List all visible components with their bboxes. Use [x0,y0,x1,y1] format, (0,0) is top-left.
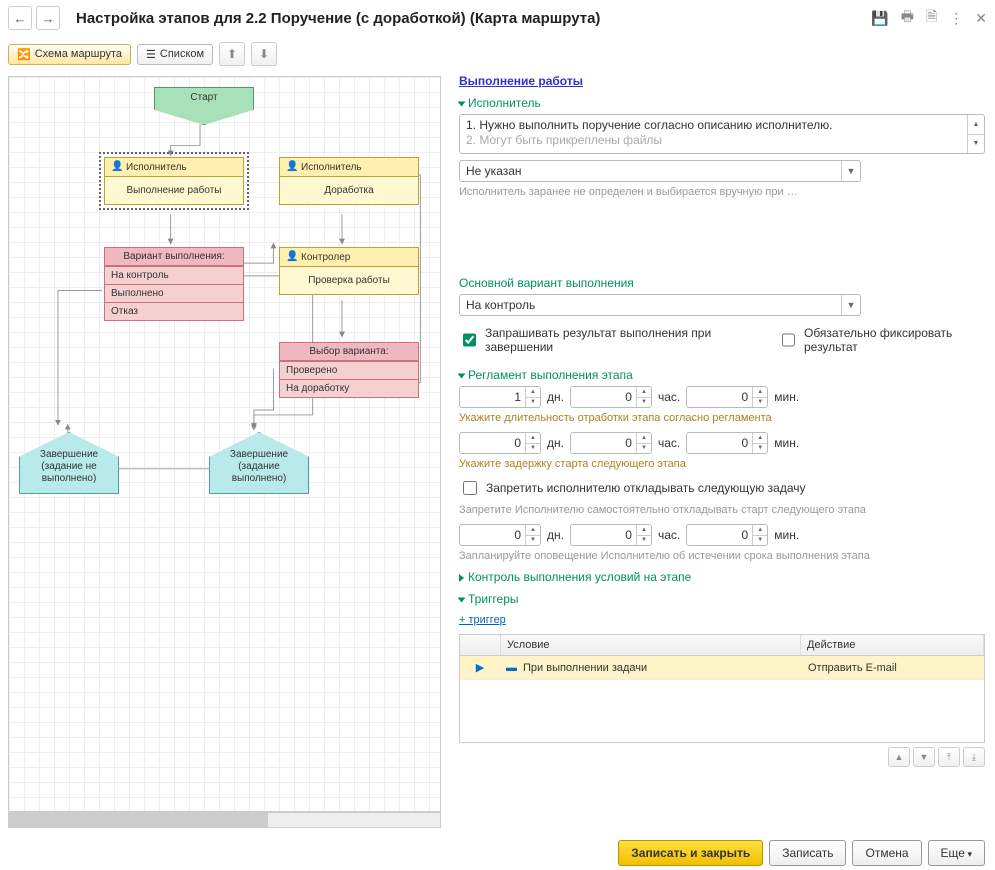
route-icon: 🔀 [17,48,31,61]
move-down-button[interactable]: ⬇ [251,42,277,66]
spin-down-icon[interactable]: ▼ [968,135,984,154]
group-executor[interactable]: Исполнитель [459,96,985,110]
horizontal-scrollbar[interactable] [8,812,441,828]
report-icon[interactable]: 🗎 [926,6,937,30]
checkbox-fix-result[interactable]: Обязательно фиксировать результат [778,326,985,354]
delay-min[interactable]: 0▲▼ [686,432,768,454]
description-field[interactable]: 1. Нужно выполнить поручение согласно оп… [459,114,985,154]
row-bottom-button[interactable]: ⤓ [963,747,985,767]
save-icon[interactable]: 💾 [871,10,888,27]
duration-hours[interactable]: 0▲▼ [570,386,652,408]
group-regulation[interactable]: Регламент выполнения этапа [459,368,985,382]
variant-select[interactable]: На контроль ▼ [459,294,861,316]
group-control[interactable]: Контроль выполнения условий на этапе [459,570,985,584]
node-executor-2[interactable]: 👤Исполнитель Доработка [279,157,419,205]
nav-back-button[interactable]: ← [8,6,32,30]
spin-up-icon[interactable]: ▲ [968,115,984,135]
move-up-button[interactable]: ⬆ [219,42,245,66]
close-icon[interactable]: ✕ [975,10,987,27]
notify-min[interactable]: 0▲▼ [686,524,768,546]
node-condition-2[interactable]: Выбор варианта: Проверено На доработку [279,342,419,398]
page-title: Настройка этапов для 2.2 Поручение (с до… [76,10,871,27]
nav-forward-button[interactable]: → [36,6,60,30]
delay-hours[interactable]: 0▲▼ [570,432,652,454]
table-row[interactable]: ▶ ▬При выполнении задачи Отправить E-mai… [460,656,984,680]
notify-hours[interactable]: 0▲▼ [570,524,652,546]
node-condition-1[interactable]: Вариант выполнения: На контроль Выполнен… [104,247,244,321]
user-icon: 👤 [286,251,298,263]
diagram-canvas[interactable]: Старт 👤Исполнитель Выполнение работы 👤Ис… [8,76,441,812]
col-condition: Условие [501,635,801,655]
tab-list[interactable]: ☰Списком [137,44,213,65]
play-icon: ▶ [476,662,484,674]
list-icon: ☰ [146,48,156,61]
header: ← → Настройка этапов для 2.2 Поручение (… [0,0,995,36]
duration-days[interactable]: 1▲▼ [459,386,541,408]
print-icon[interactable]: 🖶 [901,6,914,30]
tab-scheme[interactable]: 🔀Схема маршрута [8,44,131,65]
group-triggers[interactable]: Триггеры [459,592,985,606]
node-executor-1[interactable]: 👤Исполнитель Выполнение работы [104,157,244,205]
save-close-button[interactable]: Записать и закрыть [618,840,763,866]
more-button[interactable]: Еще [928,840,985,866]
properties-panel: Выполнение работы Исполнитель 1. Нужно в… [445,72,995,832]
work-title: Выполнение работы [459,74,985,88]
checkbox-ask-result[interactable]: Запрашивать результат выполнения при зав… [459,326,748,354]
checkbox-deny-postpone[interactable]: Запретить исполнителю откладывать следую… [459,478,985,498]
label-main-variant: Основной вариант выполнения [459,276,985,290]
row-top-button[interactable]: ⤒ [938,747,960,767]
delay-days[interactable]: 0▲▼ [459,432,541,454]
chevron-down-icon[interactable]: ▼ [841,161,860,181]
footer: Записать и закрыть Записать Отмена Еще [0,832,995,870]
toolbar: 🔀Схема маршрута ☰Списком ⬆ ⬇ [0,36,995,72]
duration-min[interactable]: 0▲▼ [686,386,768,408]
save-button[interactable]: Записать [769,840,846,866]
chevron-down-icon[interactable]: ▼ [841,295,860,315]
add-trigger-link[interactable]: + триггер [459,614,506,626]
col-action: Действие [801,635,984,655]
user-icon: 👤 [111,161,123,173]
triggers-table: Условие Действие ▶ ▬При выполнении задач… [459,634,985,743]
cancel-button[interactable]: Отмена [852,840,921,866]
header-icons: 💾 🖶 🗎 ⋮ ✕ [871,6,987,30]
more-icon[interactable]: ⋮ [949,10,963,27]
row-up-button[interactable]: ▲ [888,747,910,767]
notify-days[interactable]: 0▲▼ [459,524,541,546]
row-down-button[interactable]: ▼ [913,747,935,767]
executor-hint: Исполнитель заранее не определен и выбир… [459,186,985,198]
executor-select[interactable]: Не указан ▼ [459,160,861,182]
user-icon: 👤 [286,161,298,173]
node-controller[interactable]: 👤Контролер Проверка работы [279,247,419,295]
